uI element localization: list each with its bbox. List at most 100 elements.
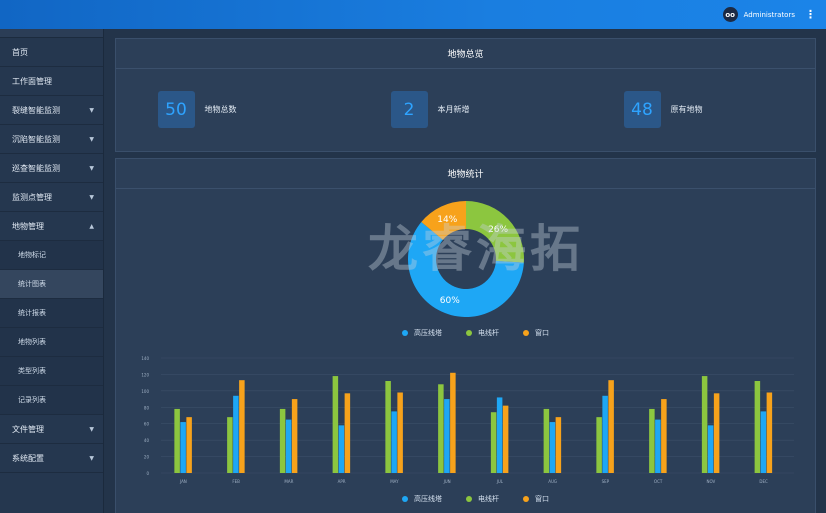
- bar[interactable]: [285, 419, 292, 473]
- chevron-up-icon: ▲: [89, 222, 94, 230]
- bar[interactable]: [397, 392, 403, 474]
- bar-legend: 高压线塔 电线杆 窗口: [402, 494, 573, 504]
- bar[interactable]: [444, 399, 450, 473]
- x-tick-label: MAY: [390, 479, 399, 484]
- x-tick-label: OCT: [654, 479, 663, 484]
- sidebar-item-label: 系统配置: [12, 453, 44, 463]
- legend-item[interactable]: 窗口: [523, 494, 549, 504]
- more-menu-icon[interactable]: ⋮: [805, 9, 816, 20]
- bar[interactable]: [279, 408, 286, 473]
- sidebar-item-monitor-points[interactable]: 监测点管理 ▼: [0, 183, 103, 212]
- sidebar-item-label: 监测点管理: [12, 192, 52, 202]
- y-tick-label: 60: [144, 422, 150, 427]
- bar[interactable]: [655, 419, 661, 473]
- y-tick-label: 100: [141, 389, 149, 394]
- donut-slice-label: 14%: [437, 215, 457, 225]
- sidebar-item-feature-management[interactable]: 地物管理 ▲: [0, 212, 103, 241]
- legend-dot-green: [466, 496, 472, 502]
- bar[interactable]: [391, 411, 397, 473]
- bar[interactable]: [596, 417, 602, 473]
- stat-existing-label: 原有地物: [670, 105, 703, 114]
- bar[interactable]: [713, 393, 720, 473]
- sidebar-subitem-label: 记录列表: [18, 396, 46, 404]
- sidebar-subitem-record-list[interactable]: 记录列表: [0, 386, 103, 415]
- bar[interactable]: [186, 417, 192, 473]
- bar[interactable]: [438, 384, 444, 473]
- y-tick-label: 80: [144, 405, 150, 410]
- sidebar-top-strip: [0, 29, 103, 38]
- bar[interactable]: [385, 381, 391, 473]
- bar[interactable]: [291, 399, 298, 473]
- stat-new-this-month: 2 本月新增: [390, 91, 541, 128]
- sidebar-item-file-management[interactable]: 文件管理 ▼: [0, 415, 103, 444]
- legend-item[interactable]: 电线杆: [466, 494, 499, 504]
- legend-item[interactable]: 高压线塔: [402, 328, 442, 338]
- bar[interactable]: [450, 372, 456, 473]
- bar[interactable]: [338, 425, 345, 473]
- bar[interactable]: [754, 381, 761, 473]
- stat-existing: 48 原有地物: [623, 91, 774, 128]
- bar[interactable]: [332, 376, 339, 473]
- x-tick-label: FEB: [232, 479, 240, 484]
- sidebar-item-subsidence-monitoring[interactable]: 沉陷智能监测 ▼: [0, 125, 103, 154]
- sidebar-subitem-statistics-report[interactable]: 统计报表: [0, 299, 103, 328]
- sidebar-item-patrol-monitoring[interactable]: 巡查智能监测 ▼: [0, 154, 103, 183]
- x-tick-label: JUN: [443, 479, 451, 484]
- statistics-panel: 地物统计 26% 60% 14% 龙睿海拓 高压线塔 电线杆 窗口 0 20 40 60 8…: [115, 158, 816, 513]
- stat-new-label: 本月新增: [437, 105, 470, 114]
- sidebar-item-home[interactable]: 首页: [0, 38, 103, 67]
- sidebar-item-crack-monitoring[interactable]: 裂缝智能监测 ▼: [0, 96, 103, 125]
- stat-existing-value: 48: [623, 91, 661, 128]
- donut-slice-label: 26%: [488, 225, 508, 235]
- bar[interactable]: [496, 397, 503, 473]
- x-tick-label: MAR: [284, 479, 293, 484]
- bar[interactable]: [227, 417, 233, 473]
- overview-stats: 50 地物总数 2 本月新增 48 原有地物: [116, 69, 815, 128]
- donut-legend: 高压线塔 电线杆 窗口: [402, 328, 573, 338]
- bar[interactable]: [543, 408, 550, 473]
- sidebar-item-label: 地物管理: [12, 221, 44, 231]
- legend-item[interactable]: 电线杆: [466, 328, 499, 338]
- user-name[interactable]: Administrators: [744, 11, 795, 19]
- x-tick-label: JAN: [179, 479, 187, 484]
- bar[interactable]: [174, 408, 180, 473]
- bar[interactable]: [549, 422, 556, 473]
- sidebar: 首页 工作面管理 裂缝智能监测 ▼ 沉陷智能监测 ▼ 巡查智能监测 ▼ 监测点管…: [0, 29, 104, 513]
- y-tick-label: 140: [141, 356, 149, 361]
- chevron-down-icon: ▼: [89, 425, 94, 433]
- legend-dot-blue: [402, 496, 408, 502]
- sidebar-item-label: 文件管理: [12, 424, 44, 434]
- sidebar-subitem-feature-list[interactable]: 地物列表: [0, 328, 103, 357]
- sidebar-item-workface[interactable]: 工作面管理: [0, 67, 103, 96]
- legend-item[interactable]: 窗口: [523, 328, 549, 338]
- bar[interactable]: [602, 395, 608, 473]
- bar[interactable]: [233, 395, 239, 473]
- x-tick-label: NOV: [706, 479, 715, 484]
- bar[interactable]: [180, 422, 186, 473]
- overview-panel: 地物总览 50 地物总数 2 本月新增 48 原有地物: [115, 38, 816, 152]
- bar[interactable]: [766, 392, 773, 474]
- bar[interactable]: [344, 393, 351, 473]
- bar[interactable]: [760, 411, 767, 473]
- legend-label: 窗口: [535, 495, 549, 503]
- bar[interactable]: [707, 425, 714, 473]
- bar[interactable]: [490, 412, 497, 473]
- bar[interactable]: [502, 405, 509, 473]
- bar[interactable]: [661, 399, 667, 473]
- bar[interactable]: [701, 376, 708, 473]
- sidebar-item-system-config[interactable]: 系统配置 ▼: [0, 444, 103, 473]
- bar[interactable]: [555, 417, 562, 473]
- sidebar-subitem-feature-marking[interactable]: 地物标记: [0, 241, 103, 270]
- sidebar-subitem-type-list[interactable]: 类型列表: [0, 357, 103, 386]
- bar[interactable]: [239, 380, 245, 473]
- y-tick-label: 0: [146, 471, 149, 476]
- bar[interactable]: [608, 380, 614, 473]
- bar[interactable]: [649, 408, 655, 473]
- legend-item[interactable]: 高压线塔: [402, 494, 442, 504]
- avatar[interactable]: oo: [722, 7, 738, 22]
- legend-dot-blue: [402, 330, 408, 336]
- legend-label: 高压线塔: [414, 495, 442, 503]
- sidebar-subitem-label: 统计报表: [18, 309, 46, 317]
- sidebar-item-label: 工作面管理: [12, 76, 52, 86]
- sidebar-subitem-statistics-chart[interactable]: 统计图表: [0, 270, 103, 299]
